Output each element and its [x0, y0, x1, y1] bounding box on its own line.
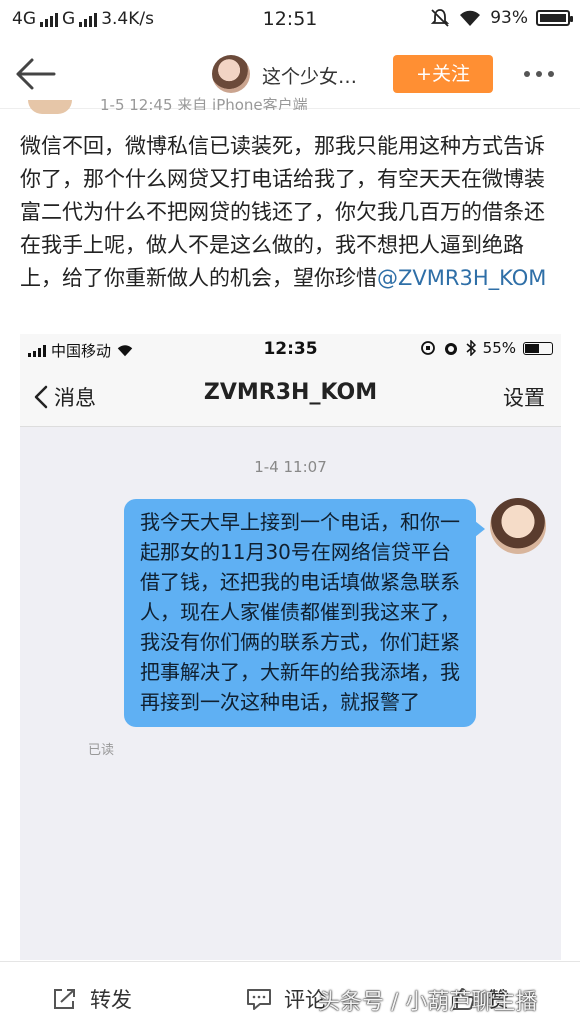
read-receipt: 已读 — [88, 743, 115, 758]
post-meta: 1-5 12:45 来自 iPhone客户端 — [100, 96, 308, 110]
author-avatar[interactable] — [212, 55, 250, 93]
message-timestamp: 1-4 11:07 — [254, 458, 327, 476]
follow-button[interactable]: +关注 — [393, 55, 493, 93]
repost-label: 转发 — [90, 988, 132, 1012]
author-name[interactable]: 这个少女… — [262, 62, 357, 89]
status-bar: 4G G 3.4K/s 12:51 93% — [0, 0, 580, 42]
watermark: 头条号 / 小葫芦聊主播 — [318, 990, 538, 1015]
comment-icon — [247, 989, 271, 1010]
embedded-title: ZVMR3H_KOM — [203, 380, 378, 405]
battery-icon — [536, 10, 573, 26]
sender-avatar — [490, 498, 546, 554]
dot-icon — [548, 71, 554, 77]
comment-button[interactable]: 评论 — [246, 984, 326, 1014]
bluetooth-icon — [466, 340, 476, 356]
wifi-icon — [460, 10, 481, 26]
mention-link[interactable]: @ZVMR3H_KOM — [377, 266, 546, 290]
message-bubble: 我今天大早上接到一个电话，和你一起那女的11月30号在网络信贷平台借了钱，还把我… — [124, 499, 485, 727]
dot-icon — [524, 71, 530, 77]
embedded-settings: 设置 — [503, 386, 545, 410]
repost-button[interactable]: 转发 — [52, 984, 132, 1014]
embedded-screenshot[interactable]: 中国移动 12:35 55% 消息 ZVMR3H_KOM 设置 1-4 11:0… — [20, 334, 561, 960]
dot-icon — [536, 71, 542, 77]
back-button[interactable] — [14, 56, 58, 92]
more-button[interactable] — [524, 71, 554, 77]
alarm-icon — [444, 343, 457, 355]
post-body: 微信不回，微博私信已读装死，那我只能用这种方式告诉你了，那个什么网贷又打电话给我… — [20, 130, 565, 295]
rotation-lock-icon — [420, 341, 435, 355]
embedded-battery-percent: 55% — [482, 339, 516, 357]
battery-icon — [523, 341, 553, 355]
bottom-action-bar: 转发 评论 赞 头条号 / 小葫芦聊主播 — [0, 961, 580, 1032]
share-icon — [54, 989, 75, 1009]
mute-bell-icon — [431, 9, 450, 27]
arrow-left-icon — [16, 58, 56, 90]
battery-percent: 93% — [490, 8, 528, 28]
embedded-status-bar: 中国移动 12:35 55% — [20, 334, 561, 364]
status-right: 93% — [430, 8, 573, 28]
embedded-nav-bar: 消息 ZVMR3H_KOM 设置 — [20, 364, 561, 427]
embedded-status-right: 55% — [420, 339, 553, 357]
post-avatar-partial — [28, 100, 72, 114]
